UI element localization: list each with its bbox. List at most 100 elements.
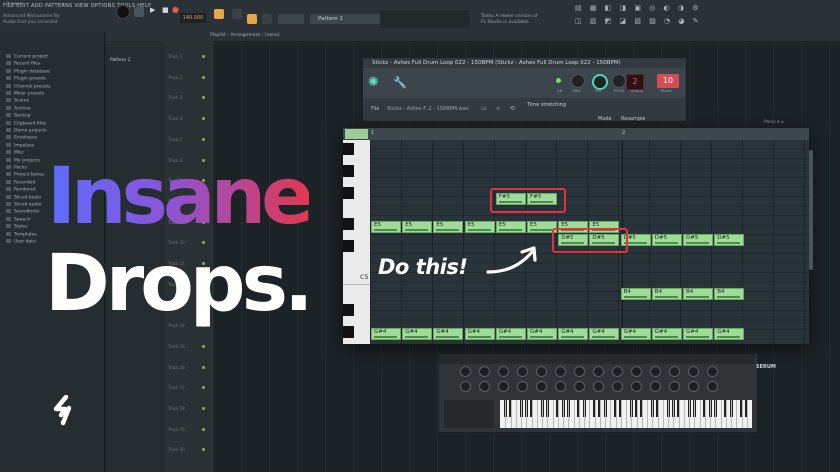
pitch-knob[interactable]	[612, 74, 626, 88]
midi-note[interactable]: B4	[714, 288, 745, 300]
master-volume-knob[interactable]	[116, 5, 130, 19]
synth-knob[interactable]	[612, 381, 623, 392]
midi-note[interactable]: E5	[464, 221, 495, 233]
waveform-icon[interactable]: ✺	[368, 76, 379, 89]
loop-record-icon[interactable]	[262, 14, 272, 24]
volume-knob[interactable]	[592, 74, 608, 90]
synth-knob[interactable]	[631, 366, 642, 377]
midi-note[interactable]: D#5	[683, 234, 713, 246]
browser-item[interactable]: Plugin presets	[6, 76, 46, 82]
midi-note[interactable]: G#4	[402, 328, 433, 340]
browser-item[interactable]: Impulses	[6, 142, 34, 148]
track-active-led[interactable]	[202, 427, 205, 431]
black-key[interactable]	[343, 187, 354, 199]
vertical-scrollbar[interactable]	[809, 150, 813, 270]
track-label[interactable]: Track 17	[168, 385, 185, 390]
midi-note[interactable]: G#4	[464, 328, 495, 340]
window-shortcut-icons[interactable]: ▤ ▦ ◧ ◨ ▣ ◎ ◐ ◑ ⚙	[575, 4, 701, 12]
browser-item[interactable]: Scores	[6, 98, 29, 104]
midi-note[interactable]: G#4	[433, 328, 464, 340]
window-shortcut-icons[interactable]: ◫ ▥ ◩ ◪ ▧ ▨ ◔ ◕ ✎	[575, 17, 702, 25]
pattern-item[interactable]: Pattern 1	[110, 58, 130, 63]
black-key[interactable]	[343, 218, 354, 230]
browser-item[interactable]: Plugin database	[6, 68, 50, 74]
browser-item[interactable]: Clipboard files	[6, 120, 46, 126]
synth-knob[interactable]	[555, 381, 566, 392]
midi-note[interactable]: G#4	[495, 328, 526, 340]
snap-selector[interactable]	[278, 14, 304, 24]
synth-knob[interactable]	[517, 381, 528, 392]
midi-note[interactable]: B4	[651, 288, 682, 300]
file-browse-icons[interactable]: ▭ ⌕ ⟲	[481, 105, 519, 113]
browser-item[interactable]: My projects	[6, 157, 40, 163]
midi-note[interactable]: E5	[402, 221, 433, 233]
browser-item[interactable]: Archive	[6, 105, 31, 111]
track-label[interactable]: Track 18	[168, 406, 185, 411]
piano-roll-timeline[interactable]	[343, 128, 809, 140]
midi-note[interactable]: E5	[495, 221, 526, 233]
browser-item[interactable]: Project bones	[6, 172, 44, 178]
midi-note[interactable]: G#4	[558, 328, 589, 340]
wrench-icon[interactable]: 🔧	[393, 76, 407, 89]
browser-item[interactable]: User data	[6, 239, 36, 245]
midi-note[interactable]: B4	[620, 288, 651, 300]
metronome-icon[interactable]	[214, 9, 224, 19]
play-icon[interactable]: ▶	[150, 6, 155, 14]
browser-item[interactable]: Demo projects	[6, 128, 47, 134]
synth-knob[interactable]	[688, 381, 699, 392]
track-active-led[interactable]	[202, 365, 205, 369]
menu-view[interactable]: VIEW	[75, 3, 89, 9]
mixer-track-display[interactable]: 10	[657, 74, 679, 88]
track-label[interactable]: Track 4	[168, 116, 182, 121]
black-key[interactable]	[343, 304, 354, 316]
track-label[interactable]: Track 15	[168, 344, 185, 349]
track-active-led[interactable]	[202, 137, 205, 141]
synth-knob[interactable]	[707, 381, 718, 392]
file-name[interactable]: Stickz - Ashes F..2 - 150BPM.wav	[387, 106, 469, 112]
menu-add[interactable]: ADD	[31, 3, 43, 9]
track-label[interactable]: Track 5	[168, 137, 182, 142]
synth-knob[interactable]	[593, 381, 604, 392]
pitch-range-display[interactable]: 2	[626, 74, 644, 90]
black-key[interactable]	[343, 143, 354, 155]
midi-note[interactable]: G#4	[371, 328, 401, 340]
browser-item[interactable]: Templates	[6, 231, 37, 237]
track-active-led[interactable]	[202, 344, 205, 348]
synth-knob[interactable]	[517, 366, 528, 377]
pan-knob[interactable]	[571, 74, 585, 88]
synth-knob[interactable]	[536, 381, 547, 392]
mode-select[interactable]: Resample	[621, 116, 646, 122]
midi-note[interactable]: G#4	[589, 328, 620, 340]
record-icon[interactable]: ●	[172, 5, 179, 14]
midi-note[interactable]: G#4	[683, 328, 713, 340]
midi-note[interactable]: G#4	[620, 328, 651, 340]
browser-item[interactable]: Sliced audio	[6, 202, 41, 208]
browser-item[interactable]: Backup	[6, 113, 31, 119]
browser-item[interactable]: Sliced beats	[6, 194, 41, 200]
synth-knob[interactable]	[650, 381, 661, 392]
black-key[interactable]	[343, 165, 354, 177]
synth-knob[interactable]	[612, 366, 623, 377]
plugin-wheels[interactable]	[444, 400, 494, 428]
synth-knob[interactable]	[650, 366, 661, 377]
track-label[interactable]: Track 16	[168, 365, 185, 370]
browser-item[interactable]: Misc	[6, 150, 24, 156]
synth-knob[interactable]	[669, 366, 680, 377]
midi-note[interactable]: E5	[371, 221, 401, 233]
stop-icon[interactable]: ■	[162, 6, 169, 14]
synth-knob[interactable]	[460, 366, 471, 377]
browser-item[interactable]: Soundfonts	[6, 209, 39, 215]
browser-item[interactable]: Current project	[6, 54, 48, 60]
synth-knob[interactable]	[688, 366, 699, 377]
synth-knob[interactable]	[555, 366, 566, 377]
browser-item[interactable]: Channel presets	[6, 83, 51, 89]
midi-note[interactable]: E5	[433, 221, 464, 233]
menu-options[interactable]: OPTIONS	[91, 3, 115, 9]
news-panel[interactable]: Today A newer version of FL Studio is av…	[481, 14, 538, 26]
synth-knob[interactable]	[593, 366, 604, 377]
midi-note[interactable]: G#4	[527, 328, 557, 340]
synth-knob[interactable]	[498, 366, 509, 377]
track-label[interactable]: Track 19	[168, 427, 185, 432]
wait-input-icon[interactable]	[232, 9, 242, 19]
pattern-song-toggle[interactable]	[134, 7, 144, 17]
